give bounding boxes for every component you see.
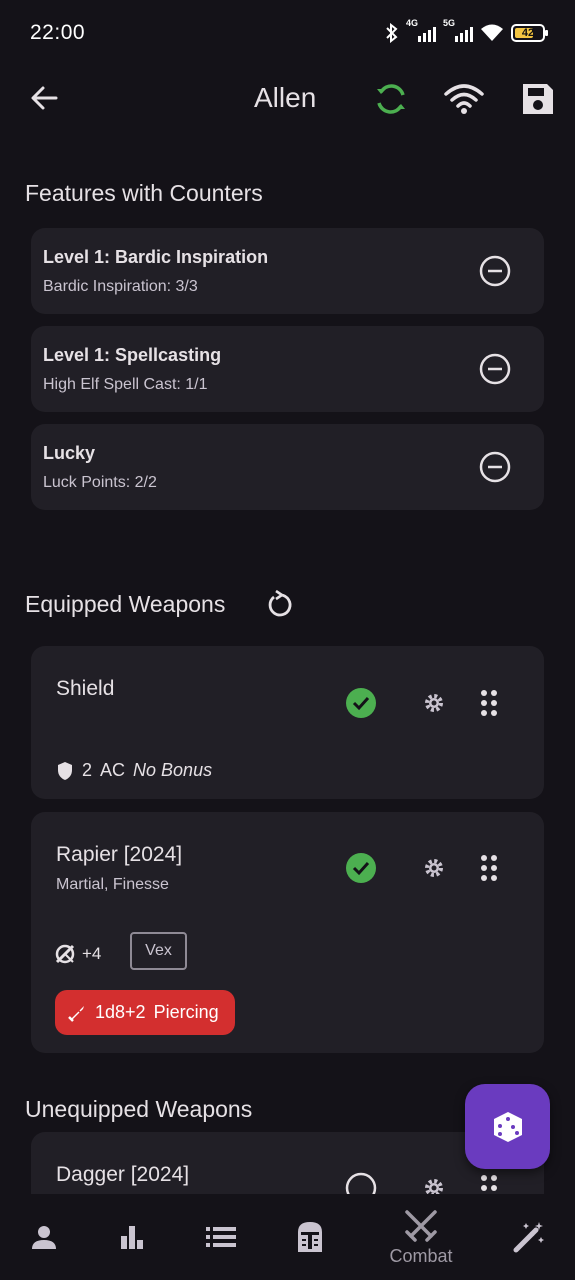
to-hit-row: +4 <box>54 943 101 965</box>
bluetooth-icon <box>386 23 398 43</box>
weapon-name: Shield <box>56 677 115 700</box>
minus-circle-icon[interactable] <box>479 451 511 483</box>
feature-name: Lucky <box>43 443 96 463</box>
gear-icon[interactable] <box>423 1177 445 1194</box>
feature-name: Level 1: Bardic Inspiration <box>43 247 269 267</box>
check-circle-icon[interactable] <box>345 852 377 884</box>
nav-item-list[interactable] <box>197 1194 245 1280</box>
nav-item-profile[interactable] <box>20 1194 68 1280</box>
gear-icon[interactable] <box>423 692 445 714</box>
status-bar: 22:00 4G 5G 42 <box>0 0 575 66</box>
target-icon <box>55 944 75 964</box>
ac-label: AC <box>100 760 126 780</box>
reset-icon[interactable] <box>264 590 294 620</box>
unequipped-section-title: Unequipped Weapons <box>25 1096 253 1122</box>
signal-4g-icon: 4G <box>406 18 436 42</box>
feature-card: Level 1: Bardic Inspiration Bardic Inspi… <box>31 228 544 314</box>
drag-handle-icon[interactable] <box>480 1174 498 1194</box>
feature-counter: High Elf Spell Cast: 1/1 <box>43 376 208 393</box>
bottom-nav: Combat <box>0 1194 575 1280</box>
battery-icon: 42 <box>511 24 548 42</box>
nav-item-stats[interactable] <box>108 1194 156 1280</box>
gear-icon[interactable] <box>423 857 445 879</box>
weapon-card-rapier[interactable]: Rapier [2024] Martial, Finesse +4 Vex 1d… <box>31 812 544 1053</box>
person-icon <box>32 1226 56 1249</box>
check-circle-icon[interactable] <box>345 687 377 719</box>
content-scroll[interactable]: Features with Counters Level 1: Bardic I… <box>0 132 575 1194</box>
feature-card: Level 1: Spellcasting High Elf Spell Cas… <box>31 326 544 412</box>
weapon-name: Rapier [2024] <box>56 843 183 866</box>
drag-handle-icon[interactable] <box>480 854 498 882</box>
list-icon <box>206 1227 236 1247</box>
ac-bonus: No Bonus <box>133 760 213 780</box>
nav-item-combat[interactable]: Combat <box>376 1194 466 1280</box>
weapon-card-shield[interactable]: Shield 2 AC No Bonus <box>31 646 544 799</box>
back-arrow-icon[interactable] <box>26 80 62 116</box>
save-icon[interactable] <box>519 80 557 118</box>
nav-item-equipment[interactable] <box>286 1194 334 1280</box>
bar-chart-icon <box>121 1226 143 1249</box>
damage-dice: 1d8+2 <box>95 1002 146 1022</box>
feature-name: Level 1: Spellcasting <box>43 345 222 365</box>
feature-counter: Bardic Inspiration: 3/3 <box>43 278 198 295</box>
mastery-chip[interactable]: Vex <box>130 932 187 970</box>
to-hit-bonus: +4 <box>82 944 102 963</box>
app-bar: Allen <box>0 66 575 132</box>
shield-icon <box>58 761 72 780</box>
unchecked-circle-icon[interactable] <box>345 1172 377 1194</box>
crossed-swords-icon <box>405 1209 437 1242</box>
armor-class-row: 2 AC No Bonus <box>56 760 212 781</box>
minus-circle-icon[interactable] <box>479 255 511 287</box>
wifi-icon[interactable] <box>443 80 485 118</box>
signal-5g-icon: 5G <box>443 18 473 42</box>
sword-slash-icon <box>68 1005 84 1022</box>
wifi-status-icon <box>481 24 503 41</box>
magic-wand-icon <box>513 1222 544 1253</box>
roll-dice-button[interactable] <box>465 1084 550 1169</box>
damage-type: Piercing <box>153 1002 219 1022</box>
equipped-section-title: Equipped Weapons <box>25 591 226 617</box>
nav-label-combat: Combat <box>389 1245 453 1266</box>
features-section-title: Features with Counters <box>25 180 263 206</box>
weapon-name: Dagger [2024] <box>56 1163 190 1186</box>
minus-circle-icon[interactable] <box>479 353 511 385</box>
dice-icon <box>493 1111 522 1142</box>
drag-handle-icon[interactable] <box>480 689 498 717</box>
feature-card: Lucky Luck Points: 2/2 <box>31 424 544 510</box>
weapon-properties: Martial, Finesse <box>56 876 169 893</box>
sync-icon[interactable] <box>371 79 411 119</box>
ac-value: 2 <box>82 760 93 780</box>
status-time: 22:00 <box>30 21 86 44</box>
feature-counter: Luck Points: 2/2 <box>43 474 157 491</box>
status-icons: 4G 5G 42 <box>385 18 548 43</box>
damage-chip[interactable]: 1d8+2 Piercing <box>55 990 235 1035</box>
page-title: Allen <box>254 82 317 113</box>
nav-item-spells[interactable] <box>505 1194 553 1280</box>
helmet-icon <box>298 1222 322 1252</box>
